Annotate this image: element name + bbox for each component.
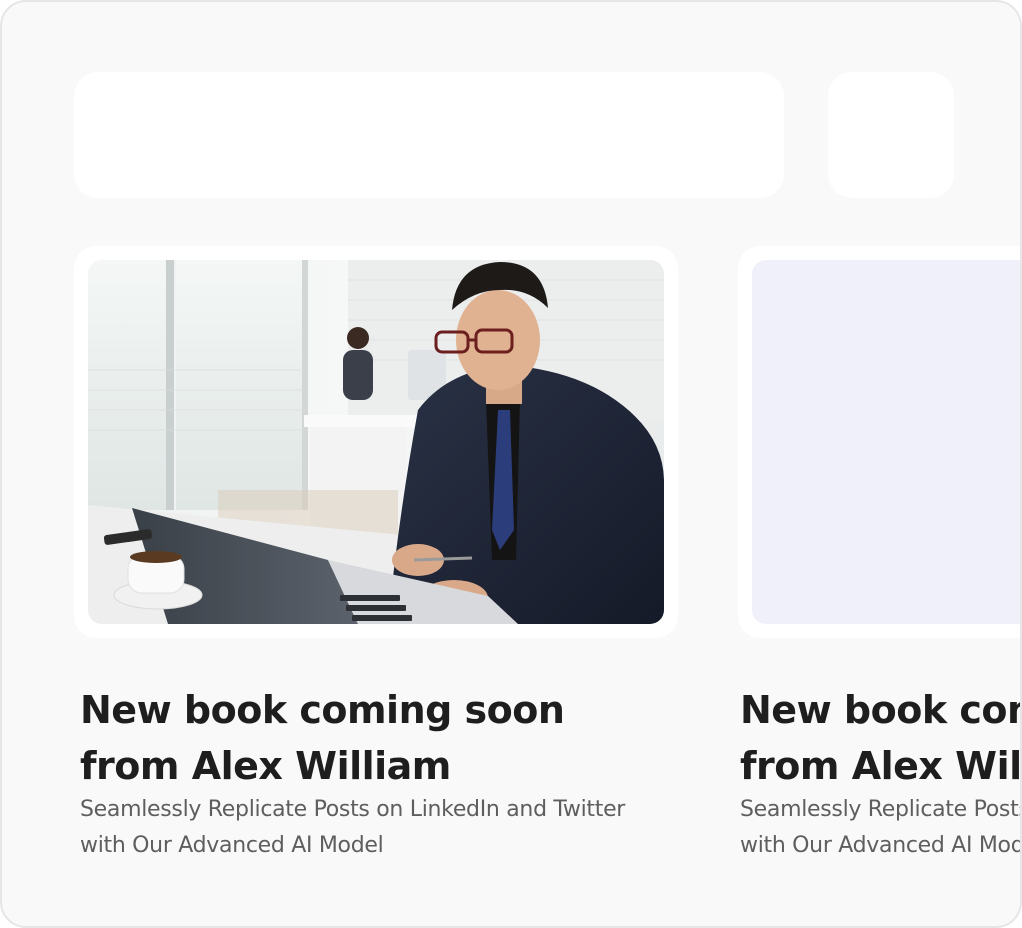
post-image-placeholder — [752, 260, 1020, 624]
app-frame: New book coming soon from Alex William S… — [0, 0, 1022, 928]
post-description: Seamlessly Replicate Posts on LinkedIn a… — [740, 797, 1020, 858]
post-title[interactable]: New book coming soon from Alex William — [740, 682, 1020, 794]
post-card[interactable] — [738, 246, 1020, 638]
office-photo-illustration — [88, 260, 664, 624]
post-description: Seamlessly Replicate Posts on LinkedIn a… — [80, 797, 626, 858]
post-title[interactable]: New book coming soon from Alex William — [80, 682, 660, 794]
search-bar-placeholder[interactable] — [74, 72, 784, 198]
action-button-placeholder[interactable] — [828, 72, 954, 198]
post-card[interactable] — [74, 246, 678, 638]
post-image — [88, 260, 664, 624]
